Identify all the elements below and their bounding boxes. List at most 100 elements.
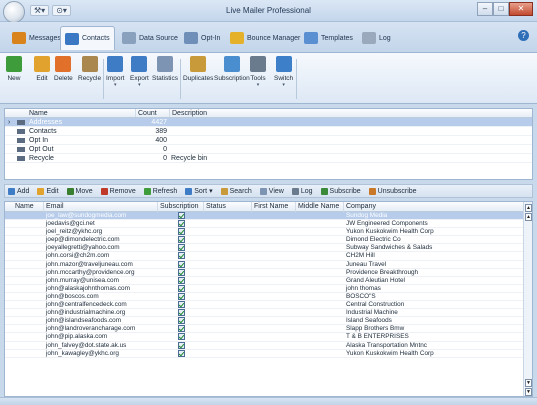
subscription-checkbox[interactable] — [175, 341, 185, 350]
subscription-checkbox[interactable] — [175, 220, 185, 228]
recycle-button[interactable]: Recycle — [78, 56, 101, 82]
column-header-first-name[interactable]: First Name — [251, 202, 288, 212]
subscription-button[interactable]: Subscription — [214, 56, 250, 82]
tab-templates[interactable]: Templates — [300, 26, 357, 50]
add-button[interactable]: Add — [8, 187, 29, 195]
tab-log[interactable]: Log — [358, 26, 395, 50]
column-header-middle-name[interactable]: Middle Name — [295, 202, 339, 212]
column-header-count[interactable]: Count — [135, 109, 157, 117]
contact-row[interactable]: john@pip.alaska.com T & B ENTERPRISES — [5, 333, 532, 342]
checkbox-checked-icon — [178, 236, 185, 244]
column-header-description[interactable]: Description — [169, 109, 207, 117]
contact-row[interactable]: john.murray@unisea.com Grand Aleutian Hot… — [5, 276, 532, 285]
messages-icon — [12, 32, 26, 44]
tab-messages[interactable]: Messages — [8, 26, 65, 50]
view-button[interactable]: View — [259, 187, 284, 195]
subscription-checkbox[interactable] — [175, 236, 185, 244]
contact-row[interactable]: joe_law@sundogmedia.com Sundog Media — [5, 212, 532, 221]
help-icon[interactable]: ? — [518, 30, 529, 41]
tab-bounce-manager[interactable]: Bounce Manager — [226, 26, 304, 50]
subscription-icon — [223, 56, 240, 72]
contact-row[interactable]: joel_reitz@ykhc.org Yukon Kuskokwim Healt… — [5, 228, 532, 237]
tab-contacts[interactable]: Contacts — [60, 26, 115, 50]
column-header-company[interactable]: Company — [343, 202, 376, 212]
contact-row[interactable]: joep@dimondelectric.com Dimond Electric C… — [5, 236, 532, 245]
contact-row[interactable]: john@boscos.com BOSCO"S — [5, 292, 532, 302]
column-header-email[interactable]: Email — [43, 202, 64, 212]
subscription-checkbox[interactable] — [175, 276, 185, 285]
subscription-checkbox[interactable] — [175, 228, 185, 236]
vertical-scrollbar[interactable]: ▲ ▲ ▼ ▼ — [523, 202, 532, 396]
opt-in-icon — [184, 32, 198, 44]
tab-opt-in[interactable]: Opt-In — [180, 26, 224, 50]
export-button[interactable]: Export ▾ — [130, 56, 149, 88]
unsubscribe-button[interactable]: Unsubscribe — [368, 187, 417, 195]
subscription-checkbox[interactable] — [175, 292, 185, 301]
column-header-status[interactable]: Status — [203, 202, 226, 212]
contact-row[interactable]: john.mazor@traveljuneau.com Juneau Travel — [5, 260, 532, 269]
scroll-down-icon[interactable]: ▼ — [525, 388, 532, 396]
checkbox-checked-icon — [178, 333, 185, 341]
move-button[interactable]: Move — [66, 187, 93, 195]
new-button[interactable]: New — [6, 56, 22, 82]
ribbon-separator — [103, 59, 104, 99]
subscription-checkbox[interactable] — [175, 317, 185, 325]
contact-row[interactable]: john.mccarthy@providence.org Providence B… — [5, 268, 532, 277]
subscription-checkbox[interactable] — [175, 244, 185, 252]
switch-button[interactable]: Switch ▾ — [274, 56, 293, 88]
contact-row[interactable]: john@islandseafoods.com Island Seafoods — [5, 317, 532, 326]
edit-contact-button[interactable]: Edit — [37, 187, 59, 195]
subscription-checkbox[interactable] — [175, 333, 185, 341]
search-button[interactable]: Search — [220, 187, 252, 195]
column-header-subscription[interactable]: Subscription — [157, 202, 199, 212]
contact-row[interactable]: john@centralfencedeck.com Central Constru… — [5, 301, 532, 310]
contact-row[interactable]: john_kawagley@ykhc.org Yukon Kuskokwim He… — [5, 349, 532, 358]
contact-row[interactable]: john@alaskajohnthomas.com john thomas — [5, 284, 532, 293]
contact-email: joedavis@gci.net — [46, 220, 95, 228]
scroll-up-icon[interactable]: ▲ — [525, 204, 532, 212]
subscription-checkbox[interactable] — [175, 309, 185, 317]
minimize-button[interactable]: – — [477, 2, 493, 16]
subscription-checkbox[interactable] — [175, 284, 185, 293]
edit-button[interactable]: Edit — [34, 56, 50, 82]
contact-row[interactable]: joeyallegretti@yahoo.com Subway Sandwiche… — [5, 244, 532, 253]
contact-row[interactable]: john.corsi@ch2m.com CH2M Hill — [5, 252, 532, 261]
group-row-opt-out[interactable]: Opt Out 0 — [5, 145, 532, 154]
contact-row[interactable]: john_falvey@dot.state.ak.us Alaska Transp… — [5, 341, 532, 350]
delete-button[interactable]: Delete — [54, 56, 73, 82]
group-row-opt-in[interactable]: Opt In 400 — [5, 136, 532, 145]
tab-data-source[interactable]: Data Source — [118, 26, 182, 50]
statistics-button[interactable]: Statistics — [152, 56, 178, 82]
subscription-checkbox[interactable] — [175, 325, 185, 333]
sort-button[interactable]: Sort ▾ — [185, 187, 213, 195]
subscription-checkbox[interactable] — [175, 212, 185, 220]
refresh-button[interactable]: Refresh — [143, 187, 177, 195]
log-button[interactable]: Log — [291, 187, 313, 195]
column-header-name[interactable]: Name — [13, 202, 34, 212]
remove-button[interactable]: Remove — [100, 187, 136, 195]
scroll-page-up-icon[interactable]: ▲ — [525, 213, 532, 221]
group-row-contacts[interactable]: Contacts 389 — [5, 127, 532, 136]
import-button[interactable]: Import ▾ — [106, 56, 124, 88]
unsubscribe-icon — [368, 187, 376, 195]
subscribe-button[interactable]: Subscribe — [320, 187, 361, 195]
subscription-checkbox[interactable] — [175, 260, 185, 269]
tools-button[interactable]: Tools ▾ — [250, 56, 266, 88]
contact-row[interactable]: john@landroverancharage.com Slapp Brother… — [5, 325, 532, 334]
contact-row[interactable]: joedavis@gci.net JW Engineered Components — [5, 220, 532, 229]
duplicates-button[interactable]: Duplicates — [183, 56, 213, 82]
column-header-name[interactable]: Name — [29, 109, 48, 117]
subscription-checkbox[interactable] — [175, 268, 185, 277]
checkbox-checked-icon — [178, 292, 185, 300]
group-row-addresses[interactable]: › Addresses 4427 — [5, 118, 532, 127]
maximize-button[interactable]: □ — [493, 2, 509, 16]
scroll-page-down-icon[interactable]: ▼ — [525, 379, 532, 387]
subscription-checkbox[interactable] — [175, 349, 185, 358]
subscription-checkbox[interactable] — [175, 252, 185, 260]
group-row-recycle[interactable]: Recycle 0 Recycle bin — [5, 154, 532, 163]
chevron-down-icon: ▾ — [256, 82, 260, 88]
contact-row[interactable]: john@industrialmachine.org Industrial Mac… — [5, 309, 532, 318]
checkbox-checked-icon — [178, 341, 185, 349]
subscription-checkbox[interactable] — [175, 301, 185, 309]
close-button[interactable]: ✕ — [509, 2, 533, 16]
